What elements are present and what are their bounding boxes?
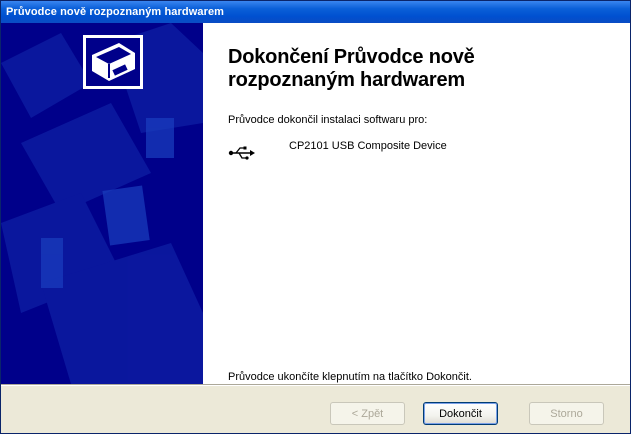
wizard-window: Průvodce nově rozpoznaným hardwarem Doko… <box>0 0 631 434</box>
finish-instruction: Průvodce ukončíte klepnutím na tlačítko … <box>228 371 472 383</box>
install-summary: Průvodce dokončil instalaci softwaru pro… <box>228 114 428 126</box>
heading-block: Dokončení Průvodce nově rozpoznaným hard… <box>228 46 618 92</box>
page-title-line-2: rozpoznaným hardwarem <box>228 69 465 91</box>
cancel-button[interactable]: Storno <box>529 402 604 425</box>
finish-button[interactable]: Dokončit <box>423 402 498 425</box>
device-name: CP2101 USB Composite Device <box>289 140 447 152</box>
window-title[interactable]: Průvodce nově rozpoznaným hardwarem <box>1 1 630 23</box>
page-title-line-1: Dokončení Průvodce nově <box>228 46 475 68</box>
back-button[interactable]: < Zpět <box>330 402 405 425</box>
hardware-banner-art <box>1 23 203 384</box>
side-banner <box>1 23 203 384</box>
wizard-content: Dokončení Průvodce nově rozpoznaným hard… <box>1 23 630 384</box>
button-separator <box>1 384 630 386</box>
hardware-icon <box>83 35 143 89</box>
usb-icon <box>228 146 255 160</box>
device-entry: CP2101 USB Composite Device <box>228 140 588 164</box>
